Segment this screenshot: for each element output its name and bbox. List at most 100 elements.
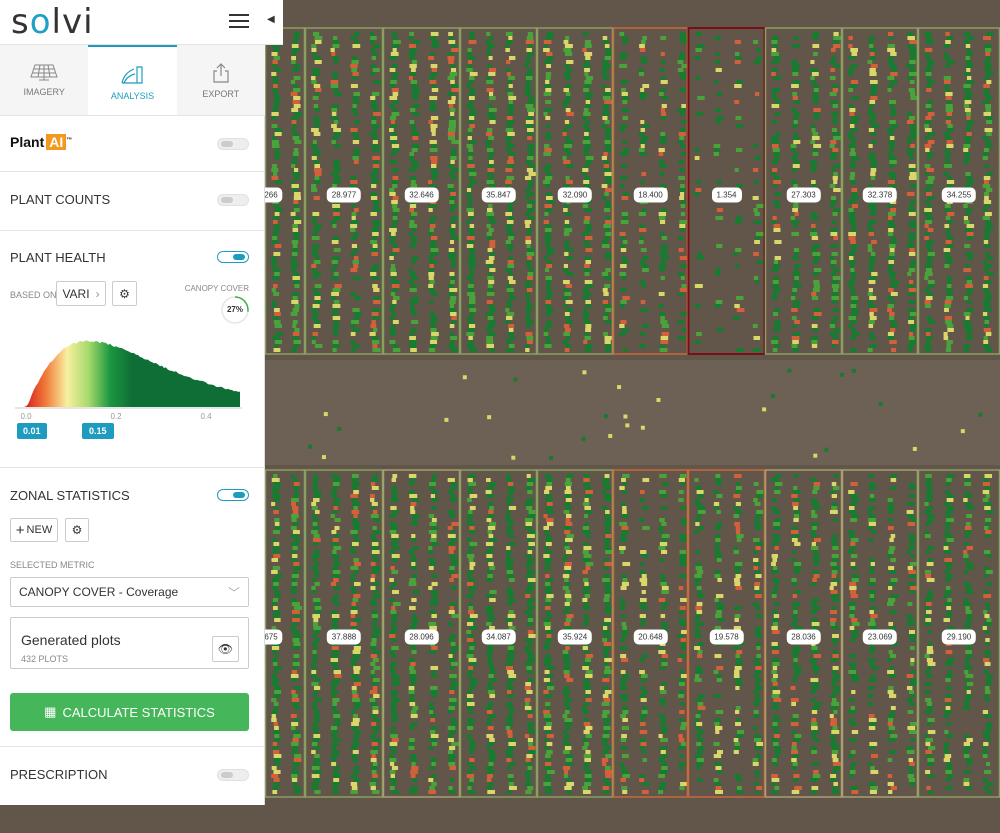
- plant-pixel: [468, 510, 472, 514]
- zone-value-label[interactable]: 23.069: [863, 630, 897, 645]
- plant-pixel: [291, 56, 296, 60]
- new-zone-button[interactable]: + NEW: [10, 518, 58, 542]
- plant-pixel: [467, 706, 473, 710]
- vari-histogram[interactable]: 0.0 0.2 0.4: [10, 331, 250, 431]
- plant-pixel: [605, 204, 612, 208]
- prescription-toggle[interactable]: [217, 769, 249, 781]
- plant-pixel: [506, 32, 513, 36]
- plant-pixel: [333, 288, 341, 292]
- plant-pixel: [311, 530, 318, 534]
- plant-pixel: [907, 502, 915, 506]
- plant-pixel: [292, 770, 299, 774]
- plant-pixel: [869, 558, 874, 562]
- plant-pixel: [696, 742, 701, 746]
- plant-pixel: [983, 92, 990, 96]
- plant-pixel: [584, 108, 589, 112]
- calculate-statistics-button[interactable]: ▦ CALCULATE STATISTICS: [10, 693, 249, 731]
- plant-pixel: [544, 332, 549, 336]
- plant-pixel: [661, 76, 665, 80]
- plant-pixel: [372, 486, 379, 490]
- plant-pixel: [641, 698, 647, 702]
- plant-pixel: [947, 124, 952, 128]
- plant-pixel: [585, 280, 593, 284]
- plant-pixel: [753, 558, 758, 562]
- plant-pixel: [678, 634, 684, 638]
- zone-value-label[interactable]: 27.303: [786, 188, 820, 203]
- plant-pixel: [449, 698, 457, 702]
- plant-pixel: [871, 168, 877, 172]
- plant-pixel: [888, 228, 893, 232]
- plant-pixel: [734, 522, 740, 526]
- zone-value-label[interactable]: 32.090: [558, 188, 592, 203]
- plant-pixel: [813, 606, 821, 610]
- zone-value-label[interactable]: 35.924: [558, 630, 592, 645]
- plant-pixel: [508, 152, 516, 156]
- plant-pixel: [813, 288, 820, 292]
- plant-pixel: [545, 324, 552, 328]
- plant-pixel: [774, 526, 780, 530]
- zone-value-label[interactable]: 35.847: [481, 188, 515, 203]
- zone-value-label[interactable]: 19.578: [709, 630, 743, 645]
- zone-value-label[interactable]: 34.255: [942, 188, 976, 203]
- toggle-plots-visibility-button[interactable]: 👁: [212, 636, 239, 662]
- plant-pixel: [353, 140, 359, 144]
- plant-pixel: [489, 36, 493, 40]
- zone-value-label[interactable]: 32.378: [863, 188, 897, 203]
- zone-value-label[interactable]: 18.400: [633, 188, 667, 203]
- plant-pixel: [925, 224, 929, 228]
- zone-value-label[interactable]: 28.036: [786, 630, 820, 645]
- plant-pixel: [314, 124, 320, 128]
- plant-pixel: [432, 68, 437, 72]
- zonal-statistics-toggle[interactable]: [217, 489, 249, 501]
- zone-value-label[interactable]: 34.087: [481, 630, 515, 645]
- plant-pixel: [964, 474, 971, 478]
- plant-pixel: [756, 204, 764, 208]
- max-threshold-handle[interactable]: 0.15: [82, 423, 114, 439]
- plant-pixel: [928, 730, 936, 734]
- plant-pixel: [507, 478, 512, 482]
- min-threshold-handle[interactable]: 0.01: [17, 423, 47, 439]
- zone-value-label[interactable]: 20.648: [633, 630, 667, 645]
- zone-value-label[interactable]: 37.888: [327, 630, 361, 645]
- plant-pixel: [585, 750, 590, 754]
- zone-value-label[interactable]: 29.190: [942, 630, 976, 645]
- plant-pixel: [528, 530, 536, 534]
- plant-pixel: [544, 40, 552, 44]
- plant-pixel: [428, 778, 433, 782]
- index-select-button[interactable]: VARI ›: [56, 281, 106, 306]
- plant-pixel: [870, 172, 875, 176]
- plant-pixel: [448, 56, 455, 60]
- plant-pixel: [469, 526, 474, 530]
- metric-select[interactable]: CANOPY COVER - Coverage ﹀: [10, 577, 249, 607]
- zone-value-label[interactable]: 32.646: [404, 188, 438, 203]
- plant-pixel: [333, 486, 338, 490]
- plant-pixel: [967, 566, 974, 570]
- plant-pixel: [604, 538, 611, 542]
- tab-imagery[interactable]: IMAGERY: [0, 45, 88, 115]
- tab-analysis[interactable]: ANALYSIS: [88, 45, 176, 115]
- zonal-settings-button[interactable]: ⚙: [65, 518, 89, 542]
- tab-export[interactable]: EXPORT: [177, 45, 265, 115]
- plant-pixel: [566, 550, 572, 554]
- plant-pixel: [602, 490, 607, 494]
- zone-value-label[interactable]: 1.354: [711, 188, 741, 203]
- zone-value-label[interactable]: 28.977: [327, 188, 361, 203]
- plant-pixel: [983, 152, 989, 156]
- collapse-sidebar-icon[interactable]: ◀: [267, 14, 275, 25]
- plant-counts-toggle[interactable]: [217, 194, 249, 206]
- plant-pixel: [585, 770, 591, 774]
- zone-value-label[interactable]: 28.096: [404, 630, 438, 645]
- plant-pixel: [907, 622, 914, 626]
- plant-pixel: [852, 622, 860, 626]
- plant-pixel: [985, 104, 991, 108]
- plant-pixel: [925, 116, 931, 120]
- hamburger-menu-icon[interactable]: [229, 14, 249, 28]
- plant-health-toggle[interactable]: [217, 251, 249, 263]
- plant-pixel: [390, 610, 396, 614]
- plant-ai-toggle[interactable]: [217, 138, 249, 150]
- plant-pixel: [793, 140, 800, 144]
- plant-pixel: [489, 160, 494, 164]
- health-settings-button[interactable]: ⚙: [112, 281, 137, 306]
- plant-pixel: [733, 646, 739, 650]
- plant-pixel: [272, 176, 279, 180]
